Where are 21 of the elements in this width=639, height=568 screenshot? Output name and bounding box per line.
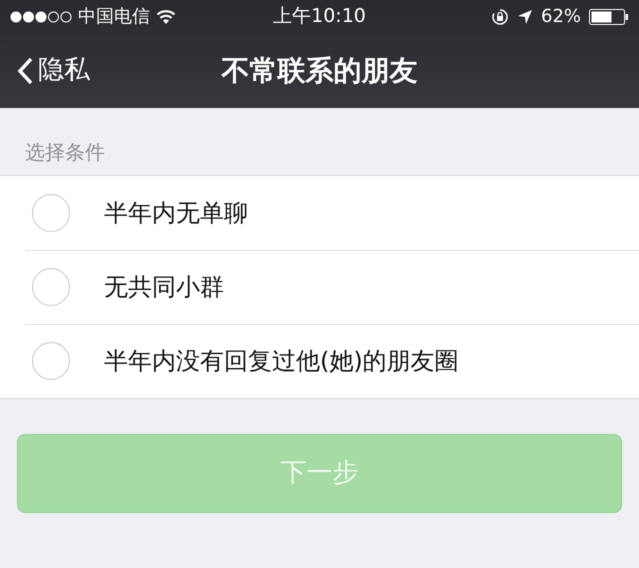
chevron-left-icon (16, 56, 34, 86)
radio-button[interactable] (32, 194, 70, 232)
radio-button[interactable] (32, 268, 70, 306)
page-title: 不常联系的朋友 (222, 52, 418, 88)
status-time: 上午10:10 (273, 4, 366, 30)
battery-percent: 62% (541, 5, 582, 29)
back-button[interactable]: 隐私 (16, 51, 90, 90)
signal-icon (10, 10, 72, 22)
option-row[interactable]: 无共同小群 (0, 250, 639, 324)
option-row[interactable]: 半年内无单聊 (0, 176, 639, 250)
section-header: 选择条件 (25, 139, 105, 166)
carrier-name: 中国电信 (78, 5, 150, 29)
option-row[interactable]: 半年内没有回复过他(她)的朋友圈 (0, 324, 639, 398)
wifi-icon (156, 8, 176, 24)
location-arrow-icon (517, 8, 533, 24)
battery-icon (589, 8, 630, 24)
option-label: 无共同小群 (104, 272, 224, 303)
rotation-lock-icon (491, 8, 509, 26)
radio-button[interactable] (32, 342, 70, 380)
option-label: 半年内没有回复过他(她)的朋友圈 (104, 346, 459, 377)
option-label: 半年内无单聊 (104, 198, 248, 229)
